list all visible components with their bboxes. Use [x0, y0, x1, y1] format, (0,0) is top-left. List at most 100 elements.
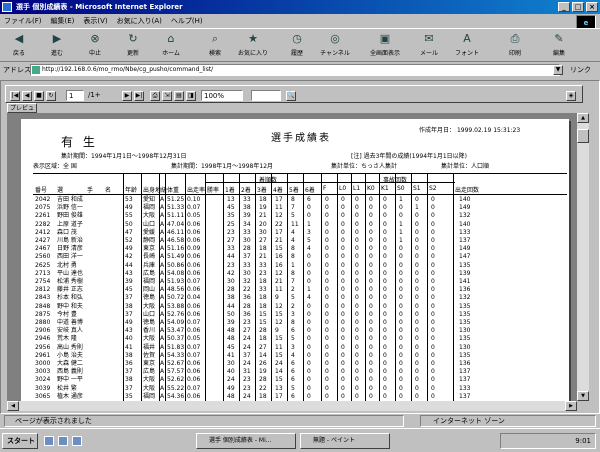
- table-cell: 大森 健二: [57, 360, 83, 367]
- table-cell: 51.93: [167, 278, 185, 285]
- table-cell: 0: [369, 269, 373, 277]
- table-cell: 0: [369, 212, 373, 220]
- table-cell: 0: [355, 327, 359, 335]
- toolbar-button-5[interactable]: ⌕ 検索: [200, 32, 230, 60]
- group-tree-icon[interactable]: ◨: [186, 91, 196, 101]
- links-button[interactable]: リンク: [570, 62, 591, 78]
- back-arrow-icon: ◀: [14, 32, 24, 45]
- taskbar-item-1[interactable]: 無題 - ペイント: [300, 433, 390, 449]
- table-cell: 2261: [35, 212, 51, 220]
- next-page-icon[interactable]: ▶: [122, 91, 132, 101]
- table-row: 2961 小島 治夫 38 佐賀 A 54.33 0.07 41 37 14 15 4 0 0 0 0 0 0 0 0…: [33, 352, 567, 360]
- scroll-left-icon[interactable]: ◀: [7, 401, 19, 411]
- scroll-right-icon[interactable]: ▶: [565, 401, 577, 411]
- tab-preview[interactable]: プレビュー: [7, 103, 37, 122]
- scroll-up-icon[interactable]: ▲: [577, 113, 589, 123]
- toolbar-button-13[interactable]: ✎ 編集: [544, 32, 574, 60]
- menu-item-1[interactable]: 編集(E): [51, 17, 75, 25]
- quicklaunch-mail-icon[interactable]: [58, 436, 68, 446]
- toolbar-button-6[interactable]: ★ お気に入り: [238, 32, 268, 60]
- close-button[interactable]: ×: [586, 2, 598, 12]
- table-cell: 大阪: [143, 302, 156, 310]
- font-icon: A: [463, 32, 471, 45]
- table-cell: 1: [307, 286, 311, 294]
- table-cell: 0: [325, 310, 329, 318]
- export-icon[interactable]: ⇲: [162, 91, 172, 101]
- table-cell: 0: [399, 368, 403, 376]
- table-cell: 0: [383, 220, 387, 228]
- table-cell: 49: [125, 319, 133, 326]
- table-cell: A: [160, 310, 165, 318]
- toolbar-button-2[interactable]: ⊗ 中止: [80, 32, 110, 60]
- find-icon[interactable]: 🔍: [286, 91, 296, 101]
- table-cell: 135: [459, 319, 471, 326]
- table-cell: 0: [383, 269, 387, 277]
- quicklaunch-desktop-icon[interactable]: [72, 436, 82, 446]
- vertical-scrollbar[interactable]: ▲ ▼: [577, 113, 589, 401]
- stop-report-icon[interactable]: ■: [34, 91, 44, 101]
- table-cell: 52.67: [167, 360, 185, 367]
- table-cell: 0.06: [187, 253, 201, 261]
- table-cell: 0: [399, 360, 403, 367]
- table-cell: 50.86: [167, 261, 185, 269]
- table-cell: 中道 善博: [57, 319, 83, 326]
- toolbar-button-11[interactable]: A フォント: [452, 32, 482, 60]
- table-cell: 0: [399, 294, 403, 302]
- address-dropdown-icon[interactable]: ▼: [553, 65, 563, 75]
- quicklaunch-ie-icon[interactable]: [44, 436, 54, 446]
- tree-icon[interactable]: ▤: [174, 91, 184, 101]
- horizontal-scrollbar[interactable]: ◀ ▶: [7, 401, 577, 411]
- refresh-report-icon[interactable]: ↻: [46, 91, 56, 101]
- toolbar-button-9[interactable]: ▣ 全画面表示: [370, 32, 400, 60]
- table-row: 2875 今村 豊 37 山口 A 52.76 0.06 50 36 15 15 3 0 0 0 0 0 0 0 0 0…: [33, 311, 567, 319]
- address-input[interactable]: http://192.168.0.6/mo_rmo/Nbe/cg_pusho/c…: [30, 64, 560, 76]
- system-tray: 9:01: [500, 433, 596, 449]
- toolbar-button-8[interactable]: ◎ チャンネル: [320, 32, 350, 60]
- toolbar-button-4[interactable]: ⌂ ホーム: [156, 32, 186, 60]
- table-cell: 44: [125, 261, 133, 269]
- table-cell: 0.04: [187, 294, 201, 302]
- first-page-icon[interactable]: |◀: [10, 91, 20, 101]
- column-header: 2着: [241, 187, 251, 194]
- toolbar-button-12[interactable]: ⎙ 印刷: [500, 32, 530, 60]
- table-cell: 0: [355, 237, 359, 244]
- table-cell: 15: [259, 310, 267, 318]
- start-button[interactable]: スタート: [2, 433, 38, 449]
- toolbar-button-10[interactable]: ✉ メール: [414, 32, 444, 60]
- status-zone: インターネット ゾーン: [420, 415, 596, 427]
- search-text-input[interactable]: [251, 90, 281, 101]
- filter-label: 表示区域：: [33, 163, 64, 170]
- scroll-thumb[interactable]: [577, 129, 589, 143]
- menu-item-0[interactable]: ファイル(F): [4, 17, 42, 25]
- table-cell: 1: [399, 237, 403, 244]
- zoom-select[interactable]: 100%: [201, 90, 243, 101]
- toolbar-button-0[interactable]: ◀ 戻る: [4, 32, 34, 60]
- column-header: K1: [381, 185, 389, 192]
- menu-item-3[interactable]: お気に入り(A): [117, 17, 162, 25]
- grid-group-line: [205, 182, 455, 183]
- column-header: 5着: [289, 187, 299, 194]
- table-cell: 0: [307, 376, 311, 384]
- last-page-icon[interactable]: ▶|: [134, 91, 144, 101]
- menu-item-2[interactable]: 表示(V): [83, 17, 107, 25]
- table-cell: 52.62: [167, 376, 185, 384]
- scroll-down-icon[interactable]: ▼: [577, 391, 589, 401]
- column-header: S0: [397, 185, 405, 192]
- minimize-button[interactable]: _: [558, 2, 570, 12]
- table-row: 2812 藤井 正志 45 岡山 A 48.56 0.06 28 22 33 11 2 1 0 0 0 0 0 0 0…: [33, 286, 567, 294]
- report-logo-icon: ◈: [566, 91, 576, 101]
- table-cell: 2812: [35, 286, 51, 294]
- toolbar-button-1[interactable]: ▶ 進む: [42, 32, 72, 60]
- prev-page-icon[interactable]: ◀: [22, 91, 32, 101]
- taskbar-item-0[interactable]: 選手 個別成績表 - Mi...: [196, 433, 296, 449]
- print-report-icon[interactable]: ⎙: [150, 91, 160, 101]
- toolbar-button-3[interactable]: ↻ 更新: [118, 32, 148, 60]
- maximize-button[interactable]: □: [572, 2, 584, 12]
- table-cell: 21: [275, 278, 283, 285]
- report-viewer: 有 生 選手成績表 作成年月日： 1999.02.19 15:31:23 集計期…: [7, 113, 577, 401]
- menu-item-4[interactable]: ヘルプ(H): [171, 17, 203, 25]
- page-number-input[interactable]: 1: [66, 90, 84, 101]
- toolbar-button-7[interactable]: ◷ 履歴: [282, 32, 312, 60]
- table-cell: 31: [243, 368, 251, 376]
- table-cell: 3024: [35, 376, 51, 384]
